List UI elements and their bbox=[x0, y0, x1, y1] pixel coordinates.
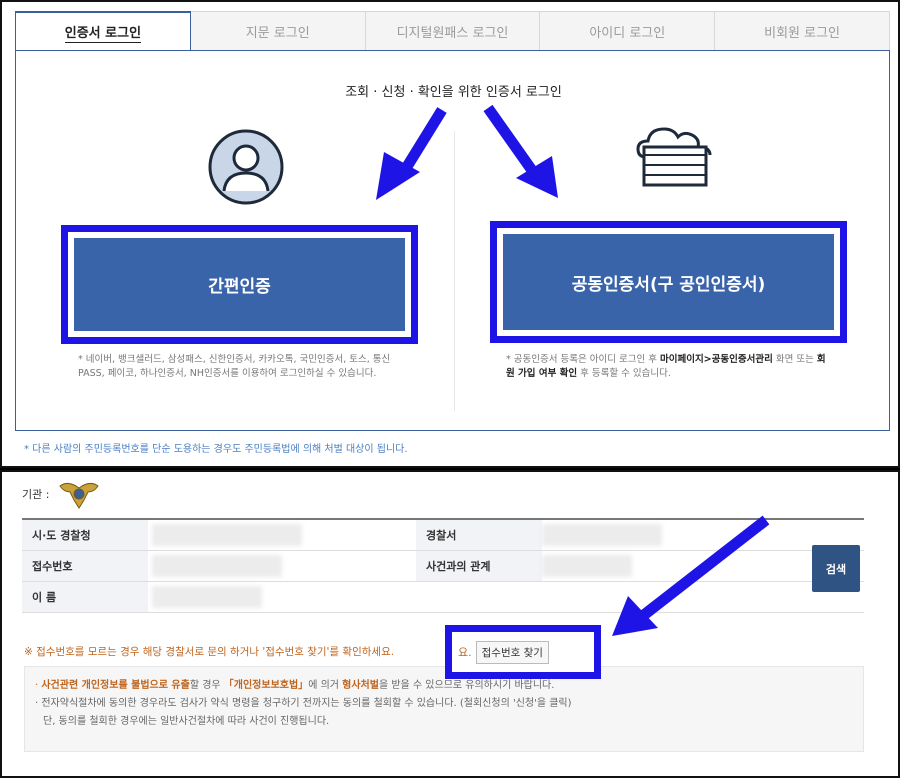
arrow-to-joint-cert bbox=[483, 104, 558, 198]
arrow-to-find-receipt bbox=[612, 515, 770, 636]
annotation-arrows bbox=[376, 104, 770, 636]
arrow-to-simple-auth bbox=[376, 107, 447, 200]
